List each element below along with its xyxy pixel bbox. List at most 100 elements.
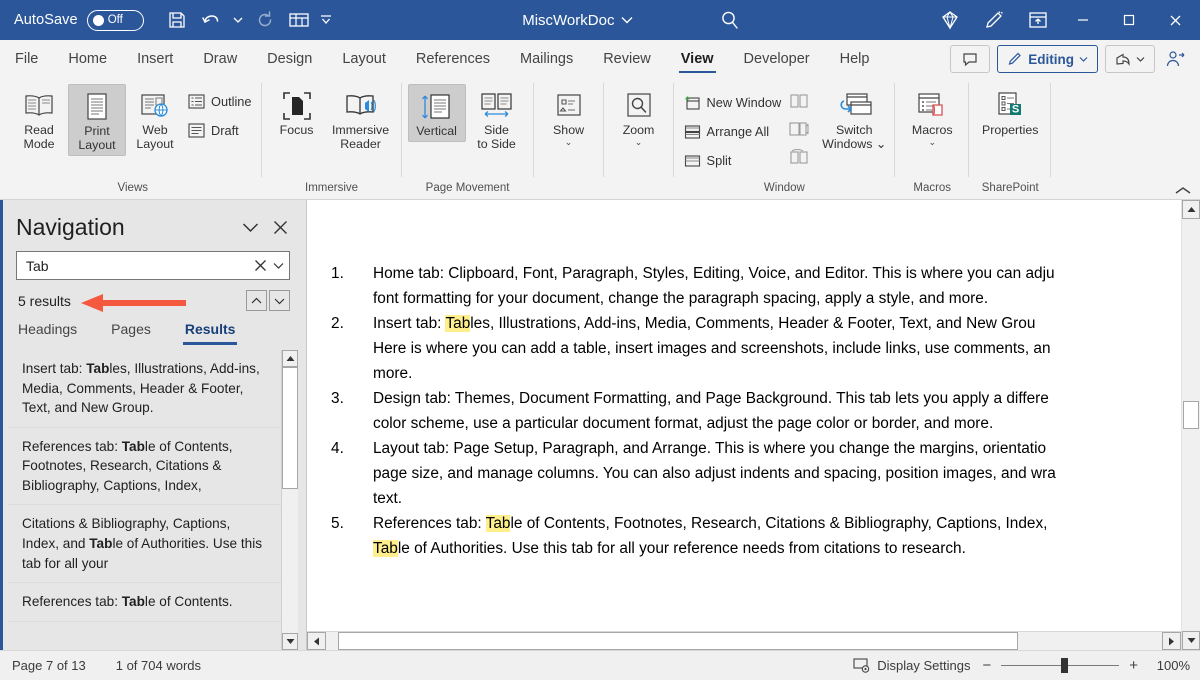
zoom-slider[interactable]: − + bbox=[982, 657, 1138, 674]
tab-layout[interactable]: Layout bbox=[327, 40, 401, 78]
tab-design[interactable]: Design bbox=[252, 40, 327, 78]
search-input[interactable] bbox=[26, 258, 248, 274]
hscrollbar-track[interactable] bbox=[326, 632, 1162, 650]
split-button[interactable]: Split bbox=[680, 148, 786, 173]
list-item[interactable]: References tab: Table of Contents, Footn… bbox=[8, 428, 281, 506]
switch-windows-button[interactable]: Switch Windows ⌄ bbox=[819, 84, 889, 154]
read-mode-button[interactable]: Read Mode bbox=[10, 84, 68, 154]
show-chevron-down-icon[interactable]: ⌄ bbox=[565, 138, 573, 146]
previous-result-icon[interactable] bbox=[246, 290, 267, 311]
share-button[interactable] bbox=[1105, 45, 1155, 73]
tab-references[interactable]: References bbox=[401, 40, 505, 78]
new-window-button[interactable]: New Window bbox=[680, 90, 786, 115]
outline-button[interactable]: Outline bbox=[184, 89, 256, 114]
tab-file[interactable]: File bbox=[0, 40, 53, 78]
share-with-people-button[interactable] bbox=[1162, 45, 1190, 73]
document-list-item[interactable]: Insert tab: Tables, Illustrations, Add-i… bbox=[325, 312, 1181, 386]
zoom-button[interactable]: Zoom ⌄ bbox=[610, 84, 668, 148]
search-icon[interactable] bbox=[719, 9, 741, 31]
close-button[interactable] bbox=[1152, 0, 1198, 40]
navigation-search-box[interactable] bbox=[16, 251, 290, 280]
arrange-all-button[interactable]: Arrange All bbox=[680, 119, 786, 144]
tab-insert[interactable]: Insert bbox=[122, 40, 188, 78]
display-settings-button[interactable]: Display Settings bbox=[853, 658, 970, 673]
nav-tab-results[interactable]: Results bbox=[185, 321, 236, 346]
search-options-chevron-icon[interactable] bbox=[273, 262, 284, 270]
maximize-button[interactable] bbox=[1106, 0, 1152, 40]
list-item[interactable]: Citations & Bibliography, Captions, Inde… bbox=[8, 505, 281, 583]
hscrollbar-thumb[interactable] bbox=[338, 632, 1018, 650]
tab-mailings[interactable]: Mailings bbox=[505, 40, 588, 78]
navigation-results-scrollbar[interactable] bbox=[281, 350, 298, 650]
document-list-item[interactable]: Layout tab: Page Setup, Paragraph, and A… bbox=[325, 437, 1181, 511]
nav-tab-pages[interactable]: Pages bbox=[111, 321, 151, 346]
doc-scroll-down-button[interactable] bbox=[1182, 631, 1200, 650]
zoom-chevron-down-icon[interactable]: ⌄ bbox=[635, 138, 643, 146]
zoom-slider-track[interactable] bbox=[1001, 665, 1119, 667]
document-list-item[interactable]: References tab: Table of Contents, Footn… bbox=[325, 512, 1181, 561]
scroll-down-button[interactable] bbox=[282, 633, 298, 650]
save-icon[interactable] bbox=[160, 4, 194, 36]
document-vertical-scrollbar[interactable] bbox=[1181, 200, 1200, 650]
next-result-icon[interactable] bbox=[269, 290, 290, 311]
zoom-in-button[interactable]: + bbox=[1129, 657, 1138, 674]
undo-icon[interactable] bbox=[194, 4, 228, 36]
properties-button[interactable]: S Properties bbox=[975, 84, 1045, 140]
word-count-label[interactable]: 1 of 704 words bbox=[116, 658, 201, 673]
document-list-item[interactable]: Home tab: Clipboard, Font, Paragraph, St… bbox=[325, 262, 1181, 311]
tab-help[interactable]: Help bbox=[825, 40, 885, 78]
doc-scroll-up-button[interactable] bbox=[1182, 200, 1200, 219]
view-side-by-side-icon[interactable] bbox=[785, 88, 813, 113]
scroll-up-button[interactable] bbox=[282, 350, 298, 367]
document-list-item[interactable]: Design tab: Themes, Document Formatting,… bbox=[325, 387, 1181, 436]
autosave-toggle[interactable]: Off bbox=[87, 10, 144, 31]
print-layout-button[interactable]: Print Layout bbox=[68, 84, 126, 156]
ribbon-display-options-icon[interactable] bbox=[1016, 0, 1060, 40]
minimize-button[interactable] bbox=[1060, 0, 1106, 40]
close-icon[interactable] bbox=[273, 220, 288, 235]
focus-button[interactable]: Focus bbox=[268, 84, 326, 140]
chevron-down-icon[interactable] bbox=[242, 222, 259, 233]
list-item[interactable]: Insert tab: Tables, Illustrations, Add-i… bbox=[8, 350, 281, 428]
scroll-right-button[interactable] bbox=[1162, 632, 1181, 650]
list-item[interactable]: References tab: Table of Contents. bbox=[8, 583, 281, 622]
document-page[interactable]: Home tab: Clipboard, Font, Paragraph, St… bbox=[307, 200, 1181, 631]
scrollbar-thumb[interactable] bbox=[282, 367, 298, 489]
zoom-slider-thumb[interactable] bbox=[1061, 658, 1068, 673]
macros-chevron-down-icon[interactable]: ⌄ bbox=[928, 138, 936, 146]
comments-button[interactable] bbox=[950, 45, 990, 73]
synchronous-scrolling-icon[interactable] bbox=[785, 116, 813, 141]
redo-icon[interactable] bbox=[248, 4, 282, 36]
web-layout-button[interactable]: Web Layout bbox=[126, 84, 184, 154]
side-to-side-button[interactable]: Side to Side bbox=[466, 84, 528, 154]
diamond-icon[interactable] bbox=[928, 0, 972, 40]
reset-window-position-icon[interactable] bbox=[785, 144, 813, 169]
tab-draw[interactable]: Draw bbox=[188, 40, 252, 78]
editing-mode-button[interactable]: Editing bbox=[997, 45, 1098, 73]
customize-quick-access-toolbar-icon[interactable] bbox=[316, 4, 336, 36]
pen-icon[interactable] bbox=[972, 0, 1016, 40]
macros-button[interactable]: Macros ⌄ bbox=[901, 84, 963, 148]
tab-home[interactable]: Home bbox=[53, 40, 122, 78]
page-number-label[interactable]: Page 7 of 13 bbox=[12, 658, 86, 673]
undo-dropdown-chevron-icon[interactable] bbox=[228, 4, 248, 36]
scrollbar-track[interactable] bbox=[282, 367, 298, 633]
document-horizontal-scrollbar[interactable] bbox=[307, 631, 1181, 650]
doc-scrollbar-thumb[interactable] bbox=[1183, 401, 1199, 429]
tab-review[interactable]: Review bbox=[588, 40, 666, 78]
tab-developer[interactable]: Developer bbox=[729, 40, 825, 78]
zoom-percent-label[interactable]: 100% bbox=[1150, 658, 1190, 673]
collapse-ribbon-button[interactable] bbox=[1174, 185, 1192, 197]
immersive-reader-button[interactable]: Immersive Reader bbox=[326, 84, 396, 154]
clear-search-icon[interactable] bbox=[254, 259, 267, 272]
show-button[interactable]: Show ⌄ bbox=[540, 84, 598, 148]
vertical-button[interactable]: Vertical bbox=[408, 84, 466, 142]
zoom-out-button[interactable]: − bbox=[982, 657, 991, 674]
scroll-left-button[interactable] bbox=[307, 632, 326, 650]
document-title[interactable]: MiscWorkDoc bbox=[522, 12, 633, 29]
doc-scrollbar-track[interactable] bbox=[1182, 219, 1200, 631]
tab-view[interactable]: View bbox=[666, 40, 729, 78]
table-icon[interactable] bbox=[282, 4, 316, 36]
draft-button[interactable]: Draft bbox=[184, 118, 256, 143]
nav-tab-headings[interactable]: Headings bbox=[18, 321, 77, 346]
